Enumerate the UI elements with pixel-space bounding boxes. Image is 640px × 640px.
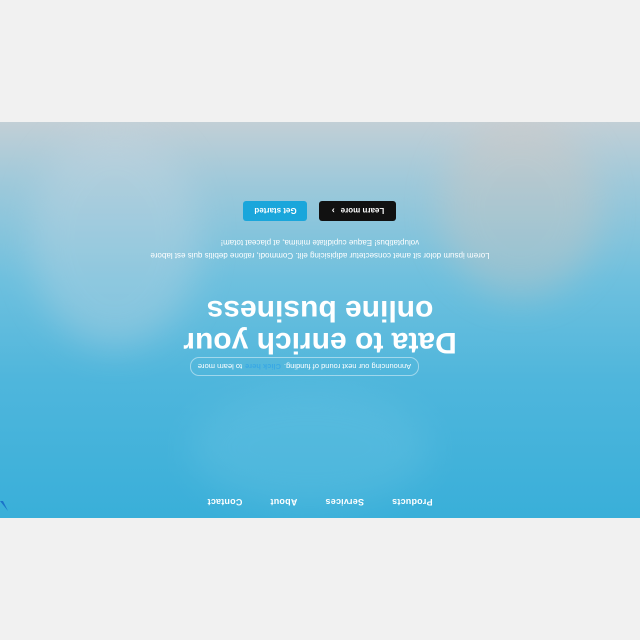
chevron-right-icon: › [331,206,335,217]
hero-title: Data to enrich your online business [0,294,640,359]
get-started-label: Get started [254,206,297,216]
announcement-pill: Announcing our next round of funding. Cl… [190,357,419,376]
hero-title-line1: Data to enrich your [183,326,457,359]
hero-title-line2: online business [206,294,434,327]
nav-link-about[interactable]: About [270,497,297,507]
logo-icon-glyph [0,501,8,511]
cta-row: Learn more › Get started [0,201,640,221]
hero-section: Products Services About Contact Announci… [0,122,640,518]
nav-link-products[interactable]: Products [392,497,433,507]
top-blank-area [0,518,640,640]
learn-more-label: Learn more [340,206,385,216]
announcement-text-after: to learn more [197,362,243,371]
announcement-text: Announcing our next round of funding. [283,362,412,371]
nav-link-services[interactable]: Services [325,497,364,507]
learn-more-button[interactable]: Learn more › [319,201,397,221]
main-nav: Products Services About Contact [0,486,640,518]
nav-link-contact[interactable]: Contact [207,497,242,507]
get-started-button[interactable]: Get started [243,201,308,221]
hero-subtitle: Lorem ipsum dolor sit amet consectetur a… [150,238,490,260]
bottom-blank-area [0,0,640,122]
announcement-link[interactable]: Click here [245,362,281,371]
page-canvas: Products Services About Contact Announci… [0,0,640,640]
